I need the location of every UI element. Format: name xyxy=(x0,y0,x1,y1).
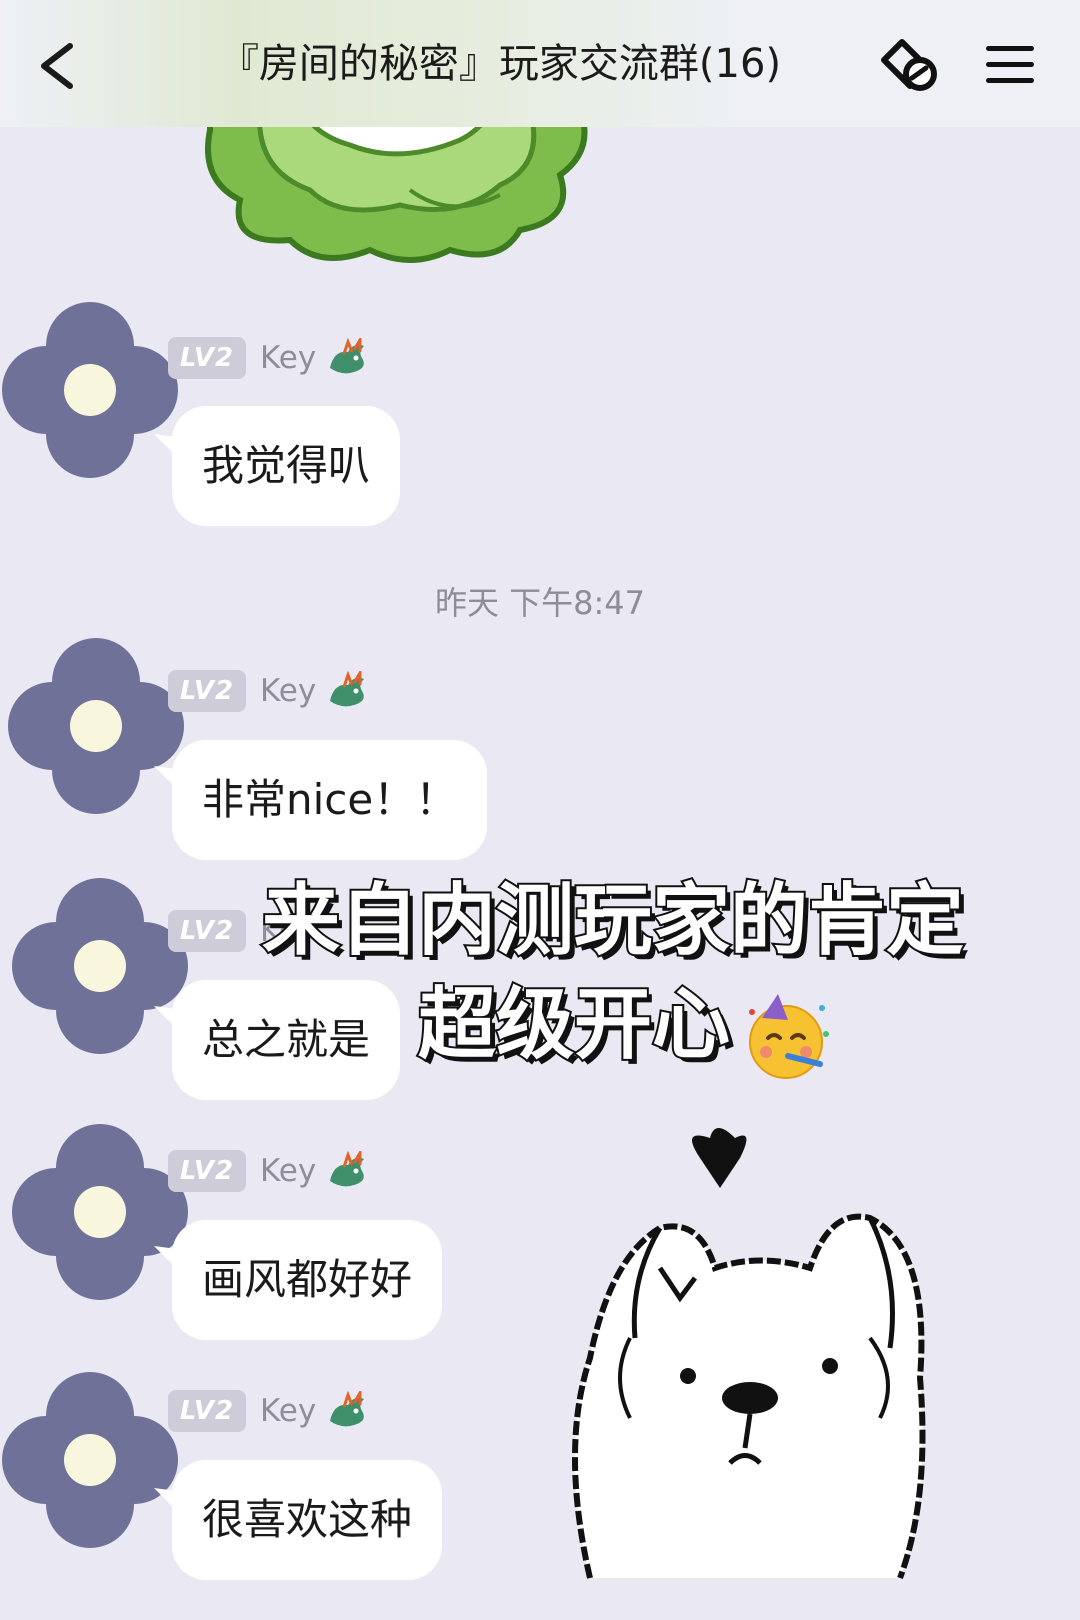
sender-info: LV2 Key xyxy=(168,335,370,381)
dog-sticker xyxy=(572,1128,926,1580)
party-face-emoji xyxy=(749,994,829,1079)
level-badge: LV2 xyxy=(168,1390,246,1432)
timestamp: 昨天 下午8:47 xyxy=(434,584,646,622)
message-bubble[interactable]: 非常nice！！ xyxy=(172,740,488,860)
sender-name[interactable]: Key xyxy=(260,673,316,709)
dragon-icon xyxy=(330,1151,365,1187)
chat-header: 『房间的秘密』玩家交流群(16) xyxy=(0,0,1080,127)
overlay-caption-line1: 来自内测玩家的肯定 xyxy=(260,874,966,968)
message-bubble[interactable]: 画风都好好 xyxy=(172,1220,443,1340)
overlay-caption-line2: 超级开心 xyxy=(416,978,732,1072)
sender-name[interactable]: Key xyxy=(260,340,316,376)
sender-info: LV2 Key xyxy=(168,1388,370,1434)
level-badge: LV2 xyxy=(168,670,246,712)
sender-name[interactable]: Key xyxy=(260,1393,316,1429)
avatar[interactable] xyxy=(12,1124,188,1300)
chevron-left-icon[interactable] xyxy=(30,38,90,94)
dragon-icon xyxy=(330,338,365,374)
message-bubble[interactable]: 我觉得叭 xyxy=(172,406,401,526)
dragon-icon xyxy=(330,671,365,707)
hamburger-menu-icon[interactable] xyxy=(980,40,1040,90)
message-bubble[interactable]: 很喜欢这种 xyxy=(172,1460,443,1580)
avatar[interactable] xyxy=(2,1372,178,1548)
level-badge: LV2 xyxy=(168,1150,246,1192)
sender-info: LV2 Key xyxy=(168,1148,370,1194)
sender-info: LV2 Key xyxy=(168,668,370,714)
level-badge: LV2 xyxy=(168,337,246,379)
sender-name[interactable]: Key xyxy=(260,1153,316,1189)
avatar[interactable] xyxy=(2,302,178,478)
message-bubble[interactable]: 总之就是 xyxy=(172,980,401,1100)
dragon-icon xyxy=(330,1391,365,1427)
chain-link-icon[interactable] xyxy=(878,34,946,98)
group-title: 『房间的秘密』玩家交流群(16) xyxy=(218,41,782,87)
level-badge: LV2 xyxy=(168,910,246,952)
